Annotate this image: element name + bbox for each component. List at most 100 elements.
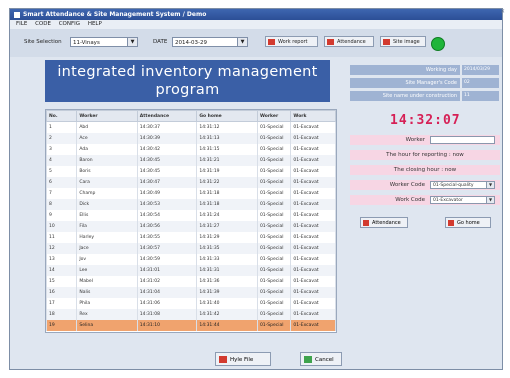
site-selection-select[interactable]: 11-Vinays ▼	[70, 37, 138, 47]
menu-code[interactable]: CODE	[35, 21, 51, 27]
table-row[interactable]: 10 Fila 14:30:56 14:31:27 01-Special 01-Excav…	[46, 221, 336, 232]
table-row[interactable]: 13 Jov 14:30:59 14:31:33 01-Special 01-Excava…	[46, 254, 336, 265]
table-cell: Harley	[76, 232, 138, 243]
table-cell: 01-Excavat	[290, 177, 336, 188]
col-header-worker-code[interactable]: Worker	[256, 110, 292, 122]
table-cell: 01-Special	[256, 243, 292, 254]
table-cell: 13	[46, 254, 78, 265]
table-row[interactable]: 15 Mabel 14:31:02 14:31:36 01-Special 01-Exca…	[46, 276, 336, 287]
menu-bar: FILE CODE CONFIG HELP	[10, 20, 502, 29]
table-cell: 3	[46, 144, 78, 155]
table-row[interactable]: 8 Dick 14:30:53 14:31:18 01-Special 01-Excava…	[46, 199, 336, 210]
cancel-icon	[304, 356, 312, 363]
table-cell: Dick	[76, 199, 138, 210]
worker-code-select[interactable]: 01-Special-quality ▼	[430, 181, 495, 189]
worker-input[interactable]	[430, 136, 495, 144]
attendance-button-label: Attendance	[372, 220, 401, 226]
table-cell: 14:31:18	[196, 188, 258, 199]
worker-code-row: Worker Code 01-Special-quality ▼	[350, 180, 500, 190]
table-cell: 14:31:42	[196, 309, 258, 320]
table-row[interactable]: 16 Nalis 14:31:04 14:31:39 01-Special 01-Exca…	[46, 287, 336, 298]
table-header: No. Worker Attendance Go home Worker Wor…	[46, 110, 336, 122]
closing-message: The closing hour : now	[350, 165, 500, 175]
attendance-toolbar-label: Attendance	[337, 39, 366, 45]
attendance-toolbar-button[interactable]: Attendance	[324, 36, 374, 47]
table-row[interactable]: 18 Rex 14:31:08 14:31:42 01-Special 01-Excava…	[46, 309, 336, 320]
table-cell: 14:30:59	[136, 254, 198, 265]
go-home-button-label: Go home	[457, 220, 480, 226]
cancel-button[interactable]: Cancel	[300, 352, 342, 366]
main-panel: integrated inventory management program …	[10, 57, 502, 369]
title-bar: Smart Attendance & Site Management Syste…	[10, 9, 502, 20]
table-cell: 14:31:27	[196, 221, 258, 232]
menu-file[interactable]: FILE	[16, 21, 27, 27]
col-header-go-home[interactable]: Go home	[196, 110, 258, 122]
attendance-grid[interactable]: No. Worker Attendance Go home Worker Wor…	[45, 109, 337, 333]
table-cell: 6	[46, 177, 78, 188]
banner: integrated inventory management program	[45, 60, 330, 102]
table-cell: Ada	[76, 144, 138, 155]
table-cell: 01-Special	[256, 276, 292, 287]
app-icon	[14, 11, 20, 18]
table-cell: 01-Special	[256, 188, 292, 199]
col-header-attendance[interactable]: Attendance	[136, 110, 198, 122]
table-cell: 01-Special	[256, 309, 292, 320]
table-cell: 01-Excavat	[290, 199, 336, 210]
table-row[interactable]: 9 Ellis 14:30:54 14:31:24 01-Special 01-Excav…	[46, 210, 336, 221]
app-window: Smart Attendance & Site Management Syste…	[9, 8, 503, 370]
table-row[interactable]: 7 Champ 14:30:49 14:31:18 01-Special 01-Excav…	[46, 188, 336, 199]
table-row[interactable]: 1 Abd 14:30:37 14:31:12 01-Special 01-Excavat	[46, 121, 336, 133]
menu-config[interactable]: CONFIG	[59, 21, 80, 27]
table-cell: 01-Special	[256, 177, 292, 188]
window-title: Smart Attendance & Site Management Syste…	[23, 11, 207, 18]
col-header-no[interactable]: No.	[46, 110, 78, 122]
work-code-select[interactable]: 01-Excavator ▼	[430, 196, 495, 204]
table-cell: 16	[46, 287, 78, 298]
table-cell: 14	[46, 265, 78, 276]
table-cell: 14:30:57	[136, 243, 198, 254]
attendance-button[interactable]: Attendance	[360, 217, 408, 228]
table-cell: 01-Special	[256, 155, 292, 166]
table-cell: 01-Excavat	[290, 133, 336, 144]
table-row[interactable]: 19 Selina 14:31:10 14:31:44 01-Special 01-Exc…	[46, 320, 336, 331]
table-cell: 01-Excavat	[290, 320, 336, 331]
table-row[interactable]: 3 Ada 14:30:42 14:31:15 01-Special 01-Excavat	[46, 144, 336, 155]
table-row[interactable]: 11 Harley 14:30:55 14:31:29 01-Special 01-Exc…	[46, 232, 336, 243]
cancel-label: Cancel	[315, 357, 334, 363]
site-image-button[interactable]: Site image	[380, 36, 426, 47]
site-selection-label: Site Selection	[24, 39, 62, 45]
go-home-button[interactable]: Go home	[445, 217, 491, 228]
toolbar: Site Selection 11-Vinays ▼ DATE 2014-03-…	[10, 29, 502, 58]
table-row[interactable]: 4 Baron 14:30:45 14:31:21 01-Special 01-Excav…	[46, 155, 336, 166]
table-cell: 14:30:39	[136, 133, 198, 144]
table-row[interactable]: 14 Lee 14:31:01 14:31:31 01-Special 01-Excava…	[46, 265, 336, 276]
chevron-down-icon: ▼	[127, 38, 137, 46]
col-header-work[interactable]: Work	[290, 110, 336, 122]
table-row[interactable]: 12 Jace 14:30:57 14:31:35 01-Special 01-Excav…	[46, 243, 336, 254]
close-icon[interactable]: ✕	[500, 8, 505, 15]
table-cell: Ace	[76, 133, 138, 144]
table-cell: 5	[46, 166, 78, 177]
work-report-button[interactable]: Work report	[265, 36, 318, 47]
site-name-value: 11	[462, 91, 499, 101]
table-row[interactable]: 5 Boris 14:30:45 14:31:19 01-Special 01-Excav…	[46, 166, 336, 177]
col-header-worker[interactable]: Worker	[76, 110, 138, 122]
table-row[interactable]: 6 Cara 14:30:47 14:31:22 01-Special 01-Excava…	[46, 177, 336, 188]
table-cell: 01-Special	[256, 221, 292, 232]
table-cell: Rex	[76, 309, 138, 320]
table-cell: 01-Special	[256, 210, 292, 221]
working-day-row: Working day 2014/03/29	[350, 65, 500, 75]
menu-help[interactable]: HELP	[88, 21, 102, 27]
table-cell: 8	[46, 199, 78, 210]
table-cell: 01-Special	[256, 254, 292, 265]
table-row[interactable]: 17 Phila 14:31:06 14:31:40 01-Special 01-Exca…	[46, 298, 336, 309]
date-select[interactable]: 2014-03-29 ▼	[172, 37, 248, 47]
hyle-file-button[interactable]: Hyle File	[215, 352, 271, 366]
table-cell: Cara	[76, 177, 138, 188]
table-cell: Champ	[76, 188, 138, 199]
working-day-value: 2014/03/29	[462, 65, 499, 75]
image-icon	[383, 39, 390, 45]
table-row[interactable]: 2 Ace 14:30:39 14:31:13 01-Special 01-Excavat	[46, 133, 336, 144]
table-cell: 01-Special	[256, 199, 292, 210]
table-cell: 14:31:01	[136, 265, 198, 276]
